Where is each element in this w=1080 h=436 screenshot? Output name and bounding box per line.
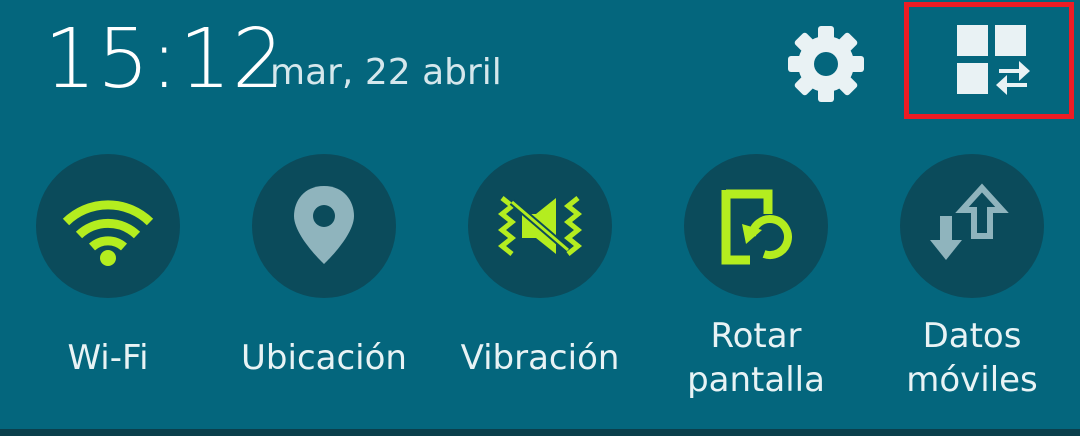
tile-vibration[interactable]: Vibración <box>432 154 648 424</box>
tile-location[interactable]: Ubicación <box>216 154 432 424</box>
date-label: mar, 22 abril <box>270 52 502 93</box>
quick-settings-edit-button[interactable] <box>904 2 1074 119</box>
tile-location-circle <box>252 154 396 298</box>
tile-vibration-label: Vibración <box>460 338 620 378</box>
rotate-screen-icon <box>721 189 792 265</box>
tile-rotate-screen-label: Rotar pantalla <box>648 314 864 402</box>
panel-bottom-edge <box>0 429 1080 436</box>
tile-mobile-data-label-line1: Datos <box>922 316 1022 356</box>
tile-wifi-label: Wi-Fi <box>67 338 149 378</box>
tile-vibration-circle <box>468 154 612 298</box>
clock-time: 15:12 <box>44 12 286 107</box>
gear-icon <box>788 26 864 102</box>
tile-wifi-circle <box>36 154 180 298</box>
location-pin-icon <box>294 186 354 264</box>
quick-settings-tiles: Wi-Fi Ubicación Vibración Rotar pantalla… <box>0 154 1080 424</box>
tile-rotate-screen-circle <box>684 154 828 298</box>
vibration-icon <box>497 196 583 256</box>
settings-button[interactable] <box>780 18 872 110</box>
tile-mobile-data-label: Datos móviles <box>864 314 1080 402</box>
quick-settings-edit-icon <box>957 25 1030 95</box>
tile-wifi[interactable]: Wi-Fi <box>0 154 216 424</box>
tile-rotate-screen[interactable]: Rotar pantalla <box>648 154 864 424</box>
tile-mobile-data[interactable]: Datos móviles <box>864 154 1080 424</box>
tile-rotate-screen-label-line2: pantalla <box>687 360 825 400</box>
tile-mobile-data-circle <box>900 154 1044 298</box>
tile-mobile-data-label-line2: móviles <box>906 360 1038 400</box>
mobile-data-icon <box>930 183 1009 260</box>
wifi-icon <box>62 200 154 266</box>
tile-location-label: Ubicación <box>241 338 407 378</box>
tile-rotate-screen-label-line1: Rotar <box>710 316 802 356</box>
